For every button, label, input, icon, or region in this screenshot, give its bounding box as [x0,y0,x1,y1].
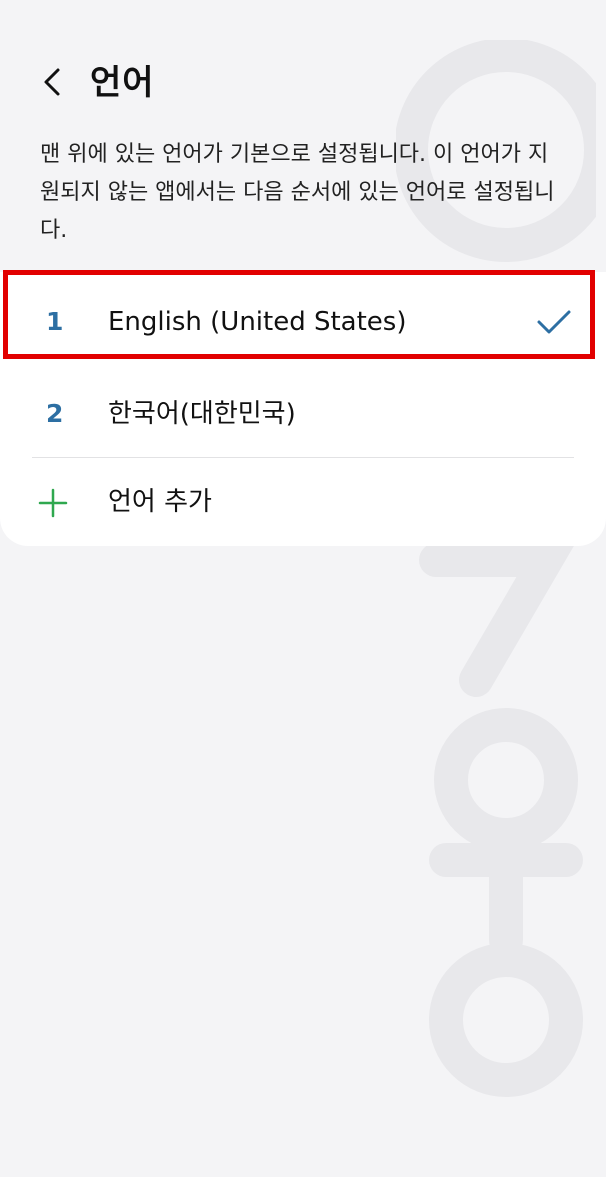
header: 언어 [0,50,606,120]
back-button[interactable] [30,60,74,104]
page-title: 언어 [90,63,155,103]
add-language-button[interactable]: 언어 추가 [0,458,606,546]
chevron-left-icon [44,68,60,96]
language-name: English (United States) [108,307,407,337]
language-name: 한국어(대한민국) [108,399,296,429]
check-icon [537,310,571,334]
language-list-card: 1 English (United States) 2 한국어(대한민국) 언어… [0,272,606,546]
language-item-english[interactable]: 1 English (United States) [0,276,606,368]
language-order-number: 2 [46,399,64,428]
language-item-korean[interactable]: 2 한국어(대한민국) [0,368,606,460]
language-order-number: 1 [46,307,64,336]
language-description: 맨 위에 있는 언어가 기본으로 설정됩니다. 이 언어가 지원되지 않는 앱에… [40,142,555,243]
add-language-label: 언어 추가 [108,487,212,517]
plus-icon [38,488,68,518]
